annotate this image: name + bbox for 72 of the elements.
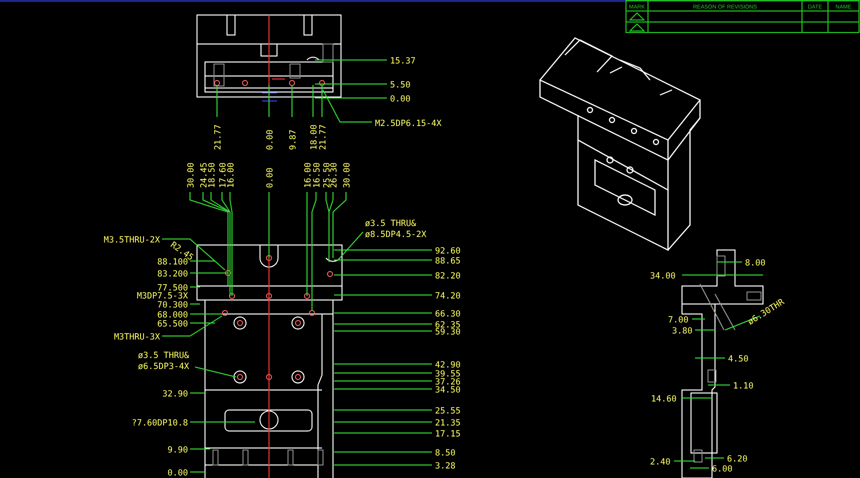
leader-line <box>216 84 218 118</box>
dimension-label: 8.00 <box>745 258 766 268</box>
dimension-label: 2.40 <box>650 458 670 468</box>
dimension-label: 8.50 <box>435 448 456 458</box>
leader-line <box>190 448 210 450</box>
dimension-label: 30.00 <box>186 162 196 188</box>
callout-label: M3.5THRU-2X <box>104 236 160 246</box>
dimension-label: 83.200 <box>157 270 188 280</box>
leader-line <box>268 84 270 118</box>
callout-label: M3THRU-3X <box>114 332 160 342</box>
dimension-label: 4.50 <box>728 354 748 364</box>
dimension-label: 74.20 <box>435 292 461 302</box>
dimension-label: 5.50 <box>390 80 410 90</box>
callout-label: ø6.5DP3-4X <box>138 362 190 372</box>
dimension-label: 1.10 <box>733 382 754 392</box>
dimension-label: 37.26 <box>435 378 461 388</box>
dimension-label: 82.20 <box>435 272 461 282</box>
callout-label: ø3.5 THRU& <box>365 219 416 229</box>
dimension-label: 6.00 <box>712 464 732 474</box>
dimension-label: 0.00 <box>266 168 276 188</box>
dimension-label: 3.80 <box>672 326 692 336</box>
dimension-label: 39.55 <box>435 370 461 380</box>
callout-label: M2.5DP6.15-4X <box>375 119 442 129</box>
triangle-icon <box>628 12 646 20</box>
leader-line <box>190 392 206 394</box>
dimension-label: 65.500 <box>157 320 188 330</box>
dimension-label: 32.90 <box>162 390 188 400</box>
dimension-label: 66.30 <box>435 310 461 320</box>
dimension-label: 77.500 <box>157 284 188 294</box>
dimension-label: 21.35 <box>435 418 461 428</box>
leader-line <box>674 460 696 462</box>
dimension-label: 14.60 <box>651 394 677 404</box>
dimension-label: 26.30 <box>330 162 340 188</box>
dimension-label: ?7.60DP10.8 <box>132 418 188 428</box>
dimension-label: 0.00 <box>266 130 276 150</box>
dimension-label: 24.45 <box>200 162 210 188</box>
dimension-label: 88.65 <box>435 256 461 266</box>
triangle-icon <box>628 23 646 32</box>
dimension-label: 42.90 <box>435 360 461 370</box>
callout-label: M3DP7.5-3X <box>136 292 188 302</box>
dimension-label: 92.60 <box>435 246 461 256</box>
dimension-label: 7.00 <box>668 316 688 326</box>
leader-line <box>692 318 706 320</box>
dimension-label: 59.30 <box>435 328 461 338</box>
dimension-label: 9.87 <box>288 130 298 150</box>
dimension-label: 70.300 <box>157 300 188 310</box>
callout-label: ø3.5 THRU& <box>138 351 190 361</box>
leader-line <box>708 384 730 386</box>
dimension-label: 18.50 <box>208 162 218 188</box>
leader-line <box>268 192 270 258</box>
dimension-label: 16.00 <box>304 162 314 188</box>
dimension-label: 88.100 <box>157 258 188 268</box>
dimension-label: 21.77 <box>214 124 224 150</box>
leader-line <box>194 366 236 378</box>
dimension-label: 16.50 <box>312 162 322 188</box>
dimension-label: 17.60 <box>218 162 228 188</box>
dimension-label: 34.50 <box>435 386 461 396</box>
dimension-label: 25.55 <box>435 406 461 416</box>
dimension-label: 17.15 <box>435 430 461 440</box>
dimension-label: 34.00 <box>650 272 676 282</box>
dimension-label: 6.20 <box>727 454 748 464</box>
callout-label: ø8.5DP4.5-2X <box>365 230 426 240</box>
dimension-label: 16.00 <box>226 162 236 188</box>
dimension-label: 68.000 <box>157 310 188 320</box>
dimension-label: 0.00 <box>168 468 188 478</box>
dimension-label: 15.37 <box>390 56 416 66</box>
dimension-label: 18.00 <box>310 124 320 150</box>
dimension-label: 0.00 <box>390 94 410 104</box>
dimension-label: 3.28 <box>435 462 456 472</box>
dimension-label: 30.00 <box>342 162 352 188</box>
dimension-label: 21.77 <box>318 124 328 150</box>
dimension-label: 9.90 <box>168 446 188 456</box>
